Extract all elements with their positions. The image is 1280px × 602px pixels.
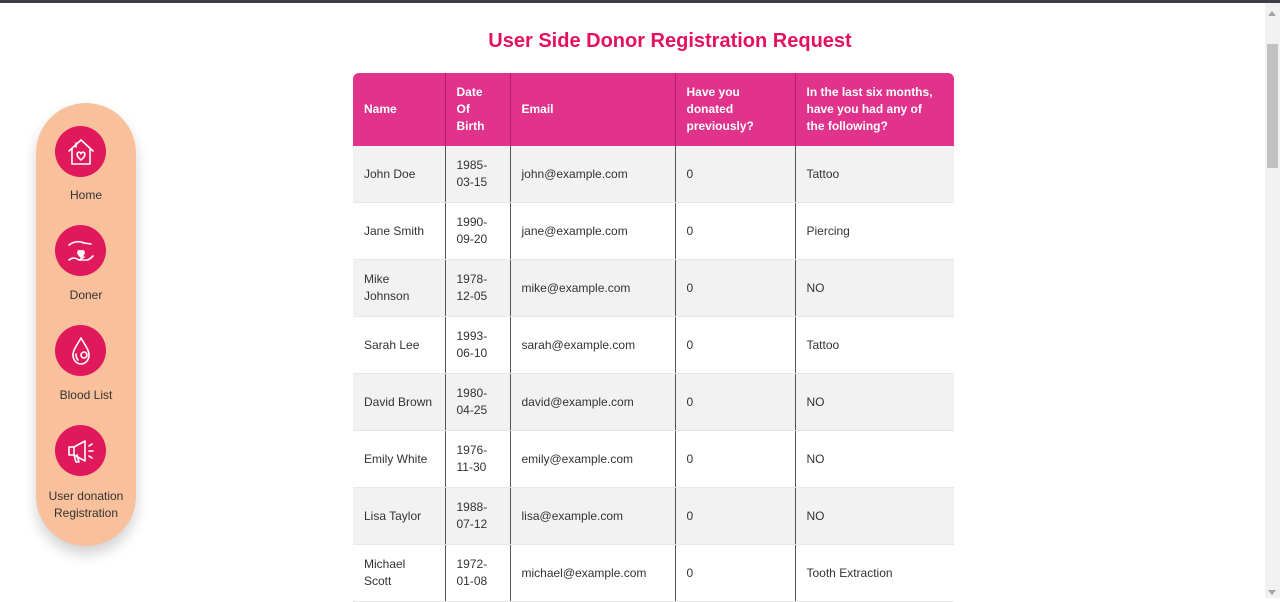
cell-date-of-birth: 1978-12-05: [445, 259, 511, 317]
cell-last-six-months: Piercing: [795, 202, 954, 260]
window-top-border: [0, 0, 1280, 3]
cell-name: Michael Scott: [353, 544, 446, 602]
cell-date-of-birth: 1993-06-10: [445, 316, 511, 374]
cell-donated-previously: 0: [675, 146, 796, 203]
cell-last-six-months: Tattoo: [795, 316, 954, 374]
cell-date-of-birth: 1980-04-25: [445, 373, 511, 431]
cell-donated-previously: 0: [675, 202, 796, 260]
cell-name: John Doe: [353, 146, 446, 203]
blood-drop-icon: [55, 325, 106, 376]
cell-name: Sarah Lee: [353, 316, 446, 374]
cell-date-of-birth: 1972-01-08: [445, 544, 511, 602]
table-row: David Brown 1980-04-25 david@example.com…: [353, 373, 954, 431]
cell-name: Jane Smith: [353, 202, 446, 260]
column-header-donated-previously: Have you donated previously?: [675, 73, 796, 146]
column-header-last-six-months: In the last six months, have you had any…: [795, 73, 954, 146]
cell-last-six-months: Tattoo: [795, 146, 954, 203]
cell-email: mike@example.com: [510, 259, 676, 317]
cell-date-of-birth: 1990-09-20: [445, 202, 511, 260]
cell-last-six-months: NO: [795, 373, 954, 431]
column-header-date-of-birth: Date Of Birth: [445, 73, 511, 146]
cell-last-six-months: NO: [795, 430, 954, 488]
donor-requests-table: Name Date Of Birth Email Have you donate…: [353, 73, 954, 602]
cell-donated-previously: 0: [675, 316, 796, 374]
megaphone-icon: [55, 425, 106, 476]
hand-heart-icon: [55, 225, 106, 276]
table-row: Lisa Taylor 1988-07-12 lisa@example.com …: [353, 487, 954, 545]
table-row: Mike Johnson 1978-12-05 mike@example.com…: [353, 259, 954, 317]
sidebar: Home Doner Blood List User donation Regi…: [36, 103, 136, 546]
table-row: Michael Scott 1972-01-08 michael@example…: [353, 544, 954, 602]
cell-email: sarah@example.com: [510, 316, 676, 374]
cell-name: Lisa Taylor: [353, 487, 446, 545]
house-heart-icon: [55, 126, 106, 177]
cell-last-six-months: Tooth Extraction: [795, 544, 954, 602]
table-row: Jane Smith 1990-09-20 jane@example.com 0…: [353, 202, 954, 260]
vertical-scrollbar[interactable]: [1265, 3, 1280, 598]
sidebar-item-label: Home: [69, 188, 102, 202]
scroll-down-arrow-icon[interactable]: [1268, 590, 1276, 595]
page-title: User Side Donor Registration Request: [488, 30, 852, 52]
table-row: Emily White 1976-11-30 emily@example.com…: [353, 430, 954, 488]
cell-donated-previously: 0: [675, 430, 796, 488]
table-row: John Doe 1985-03-15 john@example.com 0 T…: [353, 146, 954, 203]
table-row: Sarah Lee 1993-06-10 sarah@example.com 0…: [353, 316, 954, 374]
table-header-row: Name Date Of Birth Email Have you donate…: [353, 73, 954, 146]
scrollbar-thumb[interactable]: [1267, 44, 1278, 168]
cell-email: david@example.com: [510, 373, 676, 431]
sidebar-item-label: User donation Registration: [48, 489, 124, 520]
cell-donated-previously: 0: [675, 487, 796, 545]
cell-email: john@example.com: [510, 146, 676, 203]
cell-date-of-birth: 1985-03-15: [445, 146, 511, 203]
cell-email: michael@example.com: [510, 544, 676, 602]
cell-last-six-months: NO: [795, 487, 954, 545]
column-header-name: Name: [353, 73, 446, 146]
cell-name: Emily White: [353, 430, 446, 488]
cell-donated-previously: 0: [675, 259, 796, 317]
column-header-email: Email: [510, 73, 676, 146]
donor-requests-table-container: Name Date Of Birth Email Have you donate…: [353, 73, 954, 602]
cell-email: lisa@example.com: [510, 487, 676, 545]
sidebar-item-label: Blood List: [59, 388, 113, 402]
cell-date-of-birth: 1988-07-12: [445, 487, 511, 545]
scroll-up-arrow-icon[interactable]: [1268, 11, 1276, 16]
cell-name: David Brown: [353, 373, 446, 431]
cell-name: Mike Johnson: [353, 259, 446, 317]
cell-email: jane@example.com: [510, 202, 676, 260]
cell-last-six-months: NO: [795, 259, 954, 317]
cell-donated-previously: 0: [675, 544, 796, 602]
sidebar-item-label: Doner: [69, 288, 103, 302]
cell-email: emily@example.com: [510, 430, 676, 488]
cell-date-of-birth: 1976-11-30: [445, 430, 511, 488]
cell-donated-previously: 0: [675, 373, 796, 431]
